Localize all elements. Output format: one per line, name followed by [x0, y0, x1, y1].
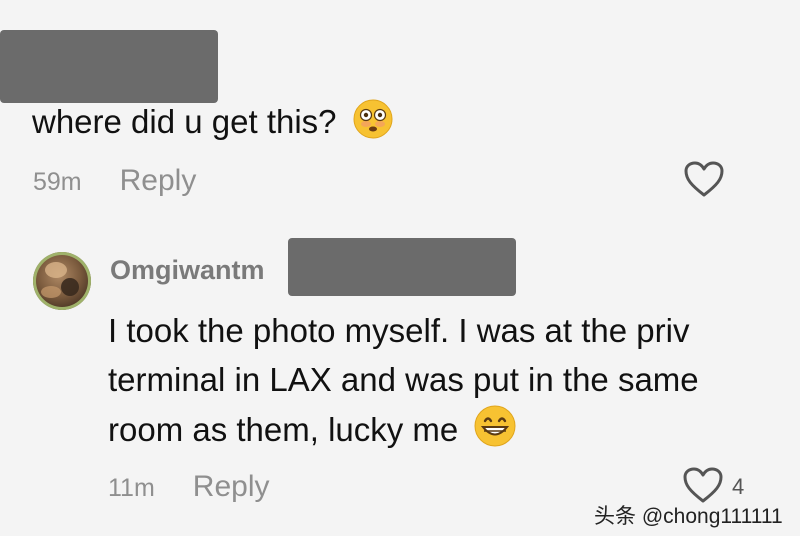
- comment-2-username[interactable]: Omgiwantm: [110, 255, 288, 286]
- comment-1-text: where did u get this?: [32, 98, 394, 151]
- comment-2-reply-button[interactable]: Reply: [193, 470, 270, 504]
- comment-2-line-2: terminal in LAX and was put in the same: [108, 361, 699, 398]
- avatar[interactable]: [33, 252, 91, 310]
- comment-2-timestamp: 11m: [108, 474, 155, 502]
- comment-1-timestamp: 59m: [33, 168, 82, 196]
- comment-2-like-count: 4: [732, 474, 745, 499]
- comment-1-body: where did u get this?: [32, 103, 337, 141]
- watermark: 头条 @chong111111: [594, 505, 783, 528]
- redaction-box-top: [0, 30, 218, 103]
- comment-2-line-1: I took the photo myself. I was at the pr…: [108, 312, 690, 349]
- flushed-face-icon: [352, 98, 394, 151]
- comment-1-reply-button[interactable]: Reply: [120, 164, 197, 198]
- comment-1-like-heart-icon[interactable]: [683, 160, 725, 203]
- comment-2-line-3-text: room as them, lucky me: [108, 411, 459, 449]
- comment-1-meta: 59m Reply: [33, 164, 196, 198]
- comment-2-meta: 11m Reply: [108, 470, 269, 504]
- comment-2-line-3: room as them, lucky me: [108, 404, 800, 461]
- grinning-face-icon: [473, 404, 517, 461]
- comment-2-text: I took the photo myself. I was at the pr…: [108, 306, 800, 461]
- redaction-box-username: [288, 238, 516, 296]
